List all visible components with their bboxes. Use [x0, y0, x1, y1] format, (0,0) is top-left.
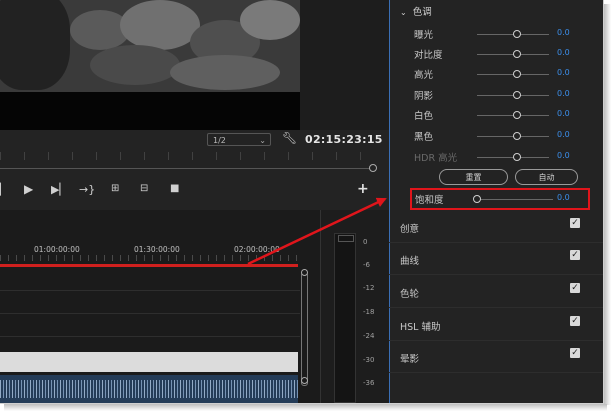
slider-label: 阴影	[414, 91, 434, 102]
meter-label: -24	[363, 332, 375, 340]
step-back-icon[interactable]: ▏	[0, 183, 8, 196]
slider-handle[interactable]	[513, 153, 521, 161]
meter-label: -6	[363, 261, 370, 269]
slider-label: 白色	[414, 111, 434, 122]
playhead-timecode[interactable]: 02:15:23:15	[305, 133, 383, 146]
reset-button[interactable]: 重置	[439, 169, 508, 185]
chevron-down-icon: ⌄	[259, 136, 266, 145]
scrub-ruler	[0, 152, 372, 160]
wrench-icon[interactable]: 🔧︎	[282, 131, 297, 145]
timeline-vertical-scrollbar[interactable]	[301, 269, 308, 386]
slider-whites: 白色 0.0	[389, 106, 603, 124]
section-label: 色轮	[400, 289, 420, 300]
slider-hdr-highlights: HDR 高光 0.0	[389, 148, 603, 166]
section-label: 曲线	[400, 256, 420, 267]
section-enable-checkbox[interactable]: ✓	[570, 218, 580, 228]
audio-clip[interactable]	[0, 375, 298, 403]
slider-label: 高光	[414, 70, 434, 81]
section-hsl-secondary[interactable]: HSL 辅助 ✓	[389, 309, 603, 341]
timeline-ruler[interactable]	[0, 255, 300, 261]
ruler-label: 01:30:00:00	[134, 245, 180, 254]
slider-value[interactable]: 0.0	[557, 48, 570, 57]
ruler-label: 01:00:00:00	[34, 245, 80, 254]
go-to-out-icon[interactable]: →}	[79, 183, 95, 196]
slider-value[interactable]: 0.0	[557, 28, 570, 37]
ruler-label: 02:00:00:00	[234, 245, 280, 254]
audio-waveform	[0, 380, 298, 398]
section-creative[interactable]: 创意 ✓	[389, 211, 603, 243]
render-bar	[0, 264, 298, 267]
saturation-highlight-box	[410, 188, 590, 210]
slider-value[interactable]: 0.0	[557, 151, 570, 160]
meter-label: -36	[363, 379, 375, 387]
slider-handle[interactable]	[513, 70, 521, 78]
insert-icon[interactable]: ⊞	[111, 183, 119, 194]
scrub-handle[interactable]	[369, 164, 377, 172]
tone-section-header[interactable]: ⌄ 色调	[400, 4, 432, 18]
section-enable-checkbox[interactable]: ✓	[570, 348, 580, 358]
slider-handle[interactable]	[513, 132, 521, 140]
section-label: HSL 辅助	[400, 322, 441, 333]
slider-label: 曝光	[414, 30, 434, 41]
chevron-down-icon: ⌄	[400, 8, 407, 17]
scrub-bar[interactable]	[0, 168, 372, 169]
slider-value[interactable]: 0.0	[557, 130, 570, 139]
track-divider	[0, 313, 300, 314]
slider-label: 对比度	[414, 50, 443, 61]
slider-value[interactable]: 0.0	[557, 109, 570, 118]
slider-highlights: 高光 0.0	[389, 65, 603, 83]
slider-blacks: 黑色 0.0	[389, 127, 603, 145]
step-forward-icon[interactable]: ▶▏	[51, 183, 68, 196]
section-color-wheels[interactable]: 色轮 ✓	[389, 276, 603, 308]
slider-value[interactable]: 0.0	[557, 89, 570, 98]
slider-handle[interactable]	[513, 30, 521, 38]
section-label: 创意	[400, 224, 420, 235]
camera-icon[interactable]: ■	[170, 183, 179, 194]
meter-label: -12	[363, 284, 375, 292]
section-vignette[interactable]: 晕影 ✓	[389, 341, 603, 373]
section-enable-checkbox[interactable]: ✓	[570, 250, 580, 260]
slider-shadows: 阴影 0.0	[389, 86, 603, 104]
slider-contrast: 对比度 0.0	[389, 45, 603, 63]
video-letterbox	[0, 92, 300, 130]
program-monitor-video	[0, 0, 300, 92]
slider-exposure: 曝光 0.0	[389, 25, 603, 43]
meter-label: -18	[363, 308, 375, 316]
auto-button[interactable]: 自动	[515, 169, 578, 185]
add-button[interactable]: +	[357, 181, 369, 197]
play-icon[interactable]: ▶	[24, 182, 33, 196]
slider-label: 黑色	[414, 132, 434, 143]
slider-value[interactable]: 0.0	[557, 68, 570, 77]
zoom-select[interactable]: 1/2 ⌄	[207, 133, 271, 146]
audio-meter	[334, 233, 356, 403]
meter-label: -30	[363, 356, 375, 364]
track-divider	[0, 290, 300, 291]
section-enable-checkbox[interactable]: ✓	[570, 316, 580, 326]
slider-handle[interactable]	[513, 91, 521, 99]
slider-label: HDR 高光	[414, 153, 458, 164]
overwrite-icon[interactable]: ⊟	[140, 183, 148, 194]
app-window: 1/2 ⌄ 🔧︎ 02:15:23:15 ▏ ▶ ▶▏ →} ⊞ ⊟ ■ + 01…	[0, 0, 604, 404]
section-curves[interactable]: 曲线 ✓	[389, 243, 603, 275]
section-enable-checkbox[interactable]: ✓	[570, 283, 580, 293]
section-label: 晕影	[400, 354, 420, 365]
meter-label: 0	[363, 238, 368, 246]
slider-handle[interactable]	[513, 50, 521, 58]
slider-handle[interactable]	[513, 111, 521, 119]
video-clip[interactable]	[0, 352, 298, 372]
track-divider	[0, 336, 300, 337]
